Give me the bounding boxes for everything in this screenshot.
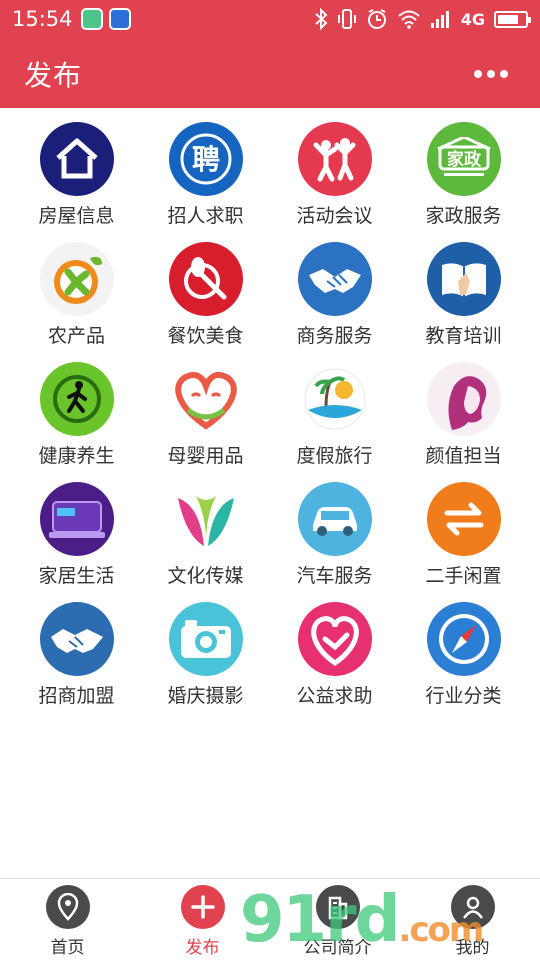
top-header: 15:54 4G 发布: [0, 0, 540, 108]
category-item[interactable]: 聘招人求职: [141, 122, 270, 242]
charity-heart-icon: [297, 602, 372, 676]
network-type: 4G: [460, 9, 485, 29]
vibrate-icon: [337, 9, 356, 29]
category-label: 招人求职: [167, 205, 244, 227]
vacation-island-icon: [297, 362, 372, 436]
second-hand-swap-icon: [426, 482, 501, 556]
alarm-icon: [367, 9, 386, 29]
signal-icon: [430, 11, 449, 28]
status-bar: 15:54 4G: [0, 0, 540, 38]
category-item[interactable]: 婚庆摄影: [141, 602, 270, 722]
category-label: 活动会议: [296, 205, 373, 227]
screenshot-icon: [108, 8, 131, 30]
category-item[interactable]: 颜值担当: [399, 362, 528, 482]
category-item[interactable]: 二手闲置: [399, 482, 528, 602]
category-label: 健康养生: [38, 445, 115, 467]
nav-tab-label: 我的: [455, 938, 490, 958]
category-label: 教育培训: [425, 325, 502, 347]
bottom-nav: 首页 发布 公司简介 我的: [0, 878, 540, 960]
business-handshake-icon: [297, 242, 372, 316]
plus-icon: [180, 885, 225, 929]
nav-tab-label: 公司简介: [303, 938, 372, 958]
category-item[interactable]: 文化传媒: [141, 482, 270, 602]
notification-app-icon: [80, 8, 103, 30]
location-pin-icon: [45, 885, 90, 929]
car-icon: [297, 482, 372, 556]
battery-icon: [494, 10, 531, 28]
category-label: 婚庆摄影: [167, 685, 244, 707]
category-item[interactable]: 教育培训: [399, 242, 528, 362]
maternal-heart-icon: [168, 362, 243, 436]
wifi-icon: [398, 10, 420, 29]
food-icon: [168, 242, 243, 316]
farm-product-icon: [39, 242, 114, 316]
svg-text:聘: 聘: [191, 143, 219, 176]
nav-tab-label: 首页: [50, 938, 85, 958]
page-title: 发布: [24, 59, 83, 92]
category-item[interactable]: 餐饮美食: [141, 242, 270, 362]
category-label: 房屋信息: [38, 205, 115, 227]
recruit-icon: 聘: [168, 122, 243, 196]
franchise-handshake-icon: [39, 602, 114, 676]
category-label: 餐饮美食: [167, 325, 244, 347]
title-bar: 发布: [0, 44, 540, 104]
category-item[interactable]: 度假旅行: [270, 362, 399, 482]
category-item[interactable]: 房屋信息: [12, 122, 141, 242]
culture-media-icon: [168, 482, 243, 556]
category-label: 行业分类: [425, 685, 502, 707]
category-item[interactable]: 母婴用品: [141, 362, 270, 482]
category-item[interactable]: 商务服务: [270, 242, 399, 362]
category-item[interactable]: 汽车服务: [270, 482, 399, 602]
category-label: 文化传媒: [167, 565, 244, 587]
nav-tab[interactable]: 我的: [405, 879, 540, 960]
category-item[interactable]: 农产品: [12, 242, 141, 362]
svg-text:家政: 家政: [447, 149, 482, 170]
category-grid: 房屋信息聘招人求职 活动会议 家政 家政服务 农产品 餐饮美食 商务服务 教育培训 健康养生 母婴…: [12, 122, 528, 722]
activity-icon: [297, 122, 372, 196]
category-label: 招商加盟: [38, 685, 115, 707]
category-label: 汽车服务: [296, 565, 373, 587]
home-life-sofa-icon: [39, 482, 114, 556]
category-item[interactable]: 招商加盟: [12, 602, 141, 722]
house-icon: [39, 122, 114, 196]
category-label: 颜值担当: [425, 445, 502, 467]
category-item[interactable]: 活动会议: [270, 122, 399, 242]
compass-icon: [426, 602, 501, 676]
camera-icon: [168, 602, 243, 676]
bluetooth-icon: [315, 8, 328, 30]
beauty-face-icon: [426, 362, 501, 436]
category-label: 农产品: [47, 325, 105, 347]
category-label: 家政服务: [425, 205, 502, 227]
nav-tab-label: 发布: [185, 938, 220, 958]
category-item[interactable]: 行业分类: [399, 602, 528, 722]
building-icon: [315, 885, 360, 929]
category-item[interactable]: 家居生活: [12, 482, 141, 602]
user-icon: [450, 885, 495, 929]
category-label: 商务服务: [296, 325, 373, 347]
education-book-icon: [426, 242, 501, 316]
housekeeping-icon: 家政: [426, 122, 501, 196]
health-walk-icon: [39, 362, 114, 436]
category-item[interactable]: 公益求助: [270, 602, 399, 722]
nav-tab[interactable]: 发布: [135, 879, 270, 960]
category-label: 二手闲置: [425, 565, 502, 587]
more-dots-icon[interactable]: [466, 62, 516, 86]
category-item[interactable]: 健康养生: [12, 362, 141, 482]
category-label: 公益求助: [296, 685, 373, 707]
category-label: 度假旅行: [296, 445, 373, 467]
category-item[interactable]: 家政 家政服务: [399, 122, 528, 242]
status-time: 15:54: [12, 7, 73, 31]
nav-tab[interactable]: 首页: [0, 879, 135, 960]
category-label: 母婴用品: [167, 445, 244, 467]
category-label: 家居生活: [38, 565, 115, 587]
nav-tab[interactable]: 公司简介: [270, 879, 405, 960]
